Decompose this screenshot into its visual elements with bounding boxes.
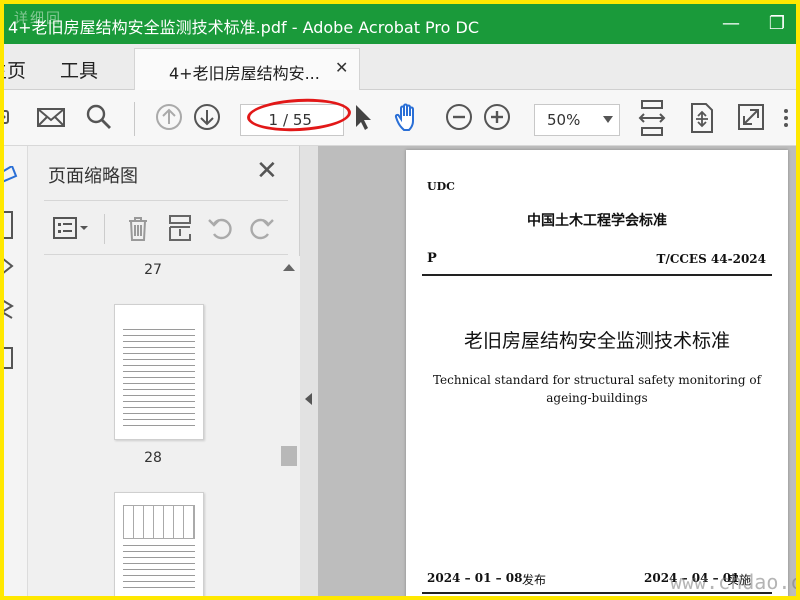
- navigation-icons: [4, 166, 18, 369]
- collapse-panel-arrow-icon[interactable]: [305, 393, 312, 405]
- tab-label: 4+老旧房屋结构安...: [169, 64, 320, 83]
- full-screen-icon[interactable]: [736, 102, 766, 132]
- zoom-value: 50%: [547, 111, 581, 129]
- page-number-label: 27: [144, 262, 162, 278]
- navigation-strip: [4, 146, 28, 596]
- scroll-up-arrow-icon[interactable]: [283, 264, 295, 271]
- acrobat-window: 4+老旧房屋结构安全监测技术标准.pdf - Adobe Acrobat Pro…: [4, 4, 796, 596]
- standard-title-en-2: ageing-buildings: [546, 391, 648, 405]
- panel-divider: [44, 200, 288, 201]
- current-page-input[interactable]: [244, 108, 278, 132]
- menu-tools[interactable]: 工具: [60, 56, 98, 83]
- document-view[interactable]: UDC 中国土木工程学会标准 P T/CCES 44-2024 老旧房屋结构安全…: [318, 146, 796, 596]
- previous-page-icon[interactable]: [154, 102, 184, 132]
- next-page-icon[interactable]: [192, 102, 222, 132]
- hand-tool-icon[interactable]: [392, 102, 424, 134]
- header-rule: [422, 274, 772, 276]
- watermark-top: 详细回: [14, 11, 62, 27]
- panel-close-button[interactable]: ✕: [256, 158, 278, 184]
- toolbar: / 55 50%: [4, 90, 796, 146]
- standard-title-en-1: Technical standard for structural safety…: [432, 373, 762, 387]
- search-icon[interactable]: [84, 102, 114, 132]
- panel-title: 页面缩略图: [48, 166, 138, 187]
- minimize-button[interactable]: —: [716, 12, 746, 36]
- standard-title-cn: 老旧房屋结构安全监测技术标准: [463, 330, 730, 352]
- total-pages: / 55: [283, 111, 312, 129]
- scrollbar-thumb[interactable]: [281, 446, 297, 466]
- menu-home[interactable]: 主页: [4, 56, 26, 83]
- more-tools-icon[interactable]: [782, 108, 792, 128]
- thumbnail-toolbar: [28, 206, 300, 250]
- thumbnail-scrollbar[interactable]: [278, 256, 300, 596]
- print-icon[interactable]: [4, 102, 14, 132]
- fit-width-icon[interactable]: [638, 100, 666, 136]
- p-label: P: [427, 251, 437, 266]
- society-name: 中国土木工程学会标准: [527, 213, 667, 229]
- thumbnail-options-icon[interactable]: [52, 216, 92, 244]
- watermark-bottom: www.chdao.com: [670, 570, 796, 594]
- rotate-left-icon[interactable]: [206, 214, 234, 246]
- panel-splitter[interactable]: [300, 146, 318, 596]
- pdf-page: UDC 中国土木工程学会标准 P T/CCES 44-2024 老旧房屋结构安全…: [406, 150, 788, 596]
- restore-button[interactable]: ❐: [762, 12, 792, 36]
- zoom-in-icon[interactable]: [482, 102, 512, 132]
- email-icon[interactable]: [36, 102, 66, 132]
- issue-date: 2024 – 01 – 08: [427, 571, 523, 585]
- fit-page-icon[interactable]: [688, 102, 716, 134]
- page-number-box: / 55: [240, 104, 344, 136]
- panel-divider-2: [44, 254, 288, 255]
- udc-label: UDC: [427, 180, 455, 193]
- standard-code: T/CCES 44-2024: [656, 252, 766, 266]
- page-thumbnail[interactable]: [114, 304, 204, 440]
- select-cursor-icon[interactable]: [352, 102, 374, 132]
- window-title: 4+老旧房屋结构安全监测技术标准.pdf - Adobe Acrobat Pro…: [8, 18, 480, 37]
- title-bar: 4+老旧房屋结构安全监测技术标准.pdf - Adobe Acrobat Pro…: [4, 4, 796, 44]
- tab-close-button[interactable]: ✕: [335, 58, 348, 77]
- issue-label: 发布: [522, 573, 547, 587]
- page-thumbnails-panel: 页面缩略图 ✕ 27 28: [28, 146, 300, 596]
- rotate-right-icon[interactable]: [248, 214, 276, 246]
- thumbnail-list: 27 28: [28, 256, 278, 596]
- tab-row: 主页 工具 4+老旧房屋结构安... ✕: [4, 44, 796, 91]
- page-number-label: 28: [144, 450, 162, 466]
- toolbar-divider: [134, 102, 135, 136]
- zoom-dropdown[interactable]: 50%: [534, 104, 620, 136]
- zoom-out-icon[interactable]: [444, 102, 474, 132]
- insert-page-icon[interactable]: [166, 214, 194, 246]
- chevron-down-icon: [603, 116, 613, 123]
- trash-icon[interactable]: [124, 214, 152, 246]
- page-thumbnail[interactable]: [114, 492, 204, 596]
- document-tab[interactable]: 4+老旧房屋结构安... ✕: [134, 48, 360, 91]
- thumbnail-toolbar-divider: [104, 214, 105, 244]
